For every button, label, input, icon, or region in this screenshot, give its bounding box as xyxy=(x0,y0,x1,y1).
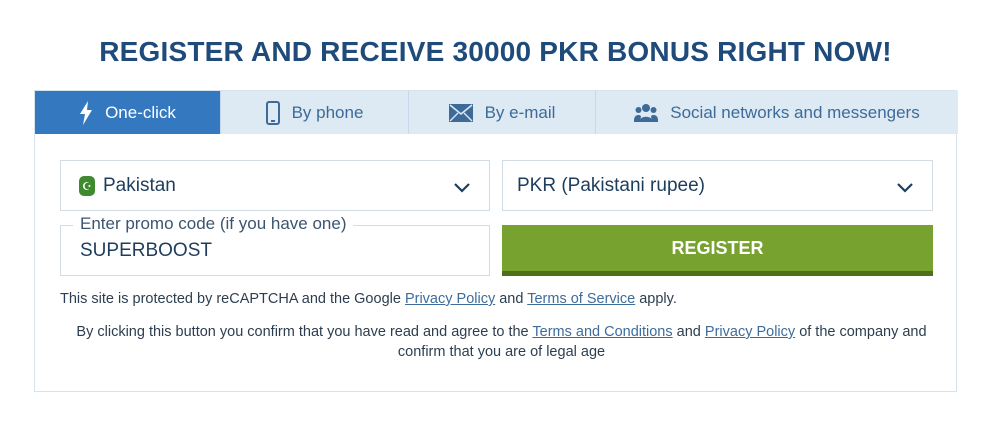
terms-of-service-link[interactable]: Terms of Service xyxy=(527,291,635,307)
envelope-icon xyxy=(448,103,473,122)
tab-label: Social networks and messengers xyxy=(670,102,920,122)
currency-select[interactable]: PKR (Pakistani rupee) xyxy=(502,160,933,211)
currency-value: PKR (Pakistani rupee) xyxy=(517,174,705,196)
promo-code-input[interactable]: SUPERBOOST xyxy=(80,240,212,262)
phone-icon xyxy=(265,100,280,125)
consent-notice: By clicking this button you confirm that… xyxy=(76,324,927,360)
chevron-down-icon xyxy=(453,178,471,200)
recaptcha-notice: This site is protected by reCAPTCHA and … xyxy=(60,291,677,307)
terms-and-conditions-link[interactable]: Terms and Conditions xyxy=(532,324,672,340)
tab-label: By phone xyxy=(291,102,364,122)
page-title: REGISTER AND RECEIVE 30000 PKR BONUS RIG… xyxy=(99,36,892,67)
tab-label: By e-mail xyxy=(484,102,556,122)
tab-one-click[interactable]: One-click xyxy=(35,91,221,134)
promo-code-label: Enter promo code (if you have one) xyxy=(73,214,354,234)
tab-label: One-click xyxy=(105,102,176,122)
promo-code-field[interactable]: Enter promo code (if you have one) SUPER… xyxy=(60,214,490,276)
privacy-policy-link[interactable]: Privacy Policy xyxy=(405,291,495,307)
country-select[interactable]: ☪ Pakistan xyxy=(60,160,490,211)
lightning-icon xyxy=(79,100,93,125)
chevron-down-icon xyxy=(896,178,914,200)
tab-by-email[interactable]: By e-mail xyxy=(409,91,596,134)
users-icon xyxy=(634,103,659,123)
registration-card: One-click By phone By e-mail Social netw… xyxy=(34,90,958,392)
tab-by-phone[interactable]: By phone xyxy=(221,91,409,134)
register-button[interactable]: REGISTER xyxy=(502,225,933,276)
registration-tabs: One-click By phone By e-mail Social netw… xyxy=(35,91,958,134)
tab-social-networks[interactable]: Social networks and messengers xyxy=(596,91,958,134)
country-value: Pakistan xyxy=(103,174,176,196)
pakistan-flag-icon: ☪ xyxy=(79,175,95,196)
privacy-policy-link[interactable]: Privacy Policy xyxy=(705,324,795,340)
